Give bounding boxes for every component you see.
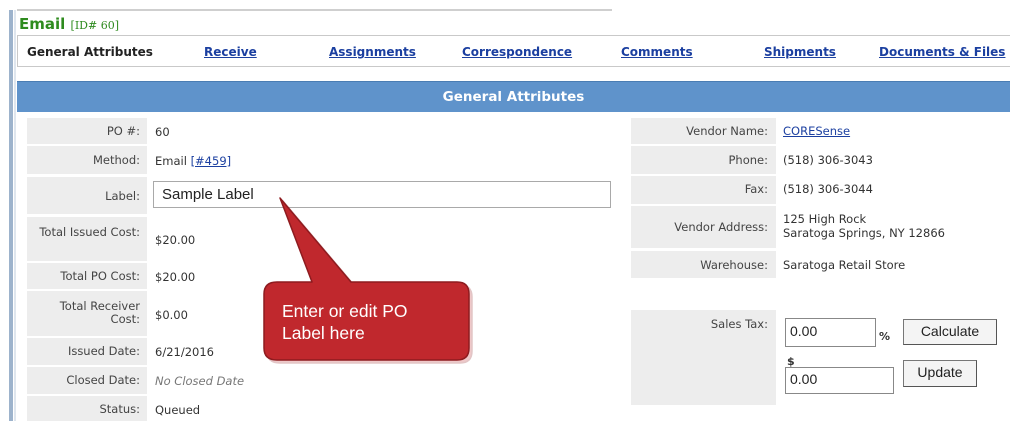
callout-bubble — [263, 197, 473, 364]
callout-text: Enter or edit PO Label here — [282, 301, 408, 343]
